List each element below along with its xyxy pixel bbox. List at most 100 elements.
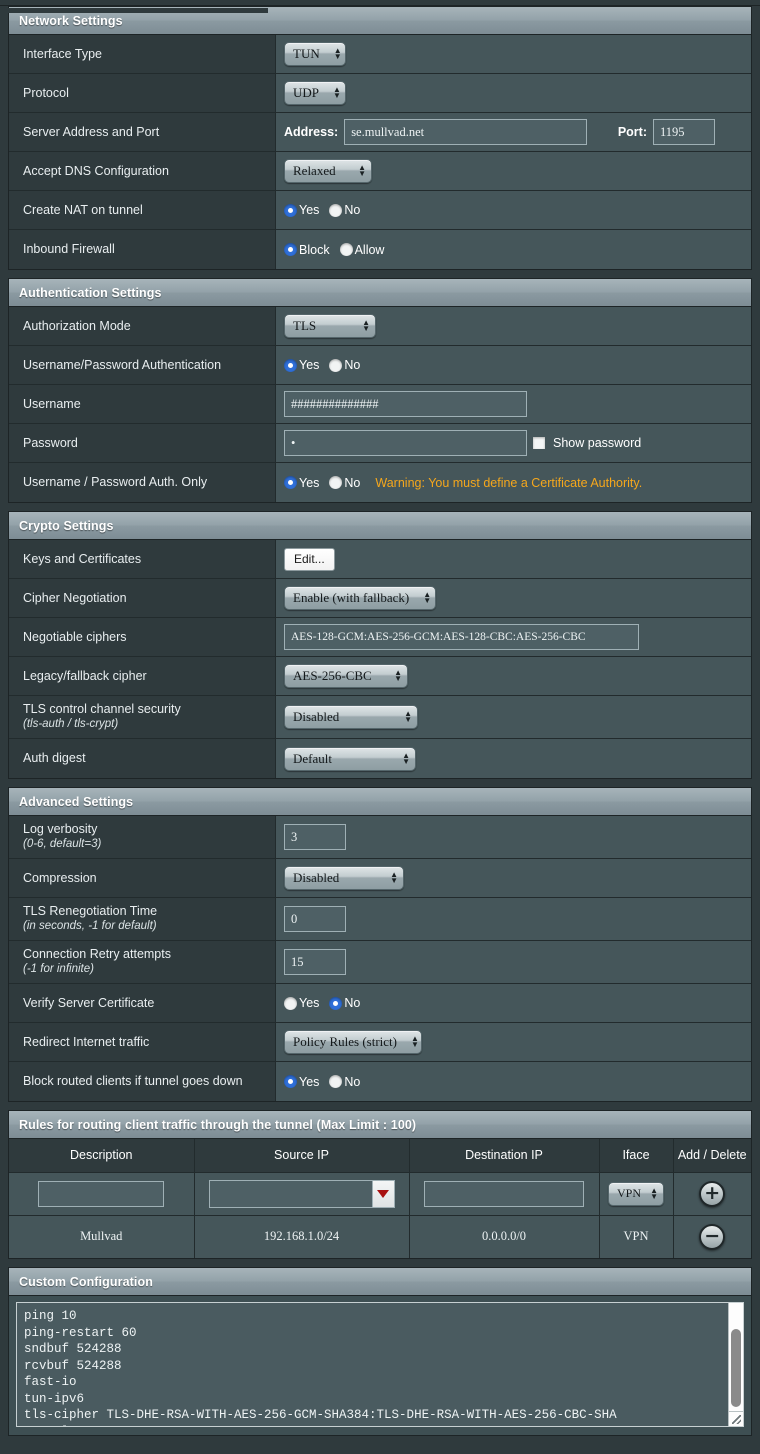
verify-cert-no-label: No	[344, 996, 361, 1010]
label-inbound-firewall-text: Inbound Firewall	[23, 242, 115, 256]
textarea-resize-grip[interactable]	[728, 1411, 743, 1426]
block-routed-radio-no[interactable]	[329, 1075, 343, 1088]
add-rule-button[interactable]: +	[699, 1180, 726, 1207]
row-tls-control-channel-security: TLS control channel security (tls-auth /…	[9, 696, 751, 739]
legacy-fallback-cipher-select-value: AES-256-CBC	[293, 668, 372, 683]
new-rule-source-ip-input[interactable]	[210, 1181, 372, 1207]
verify-cert-radio-group: Yes No	[284, 996, 369, 1010]
log-verbosity-input[interactable]	[284, 824, 346, 850]
cipher-negotiation-select[interactable]: Enable (with fallback) ▲ ▼	[284, 586, 436, 610]
row-keys-and-certificates: Keys and Certificates Edit...	[9, 540, 751, 579]
connection-retry-attempts-input[interactable]	[284, 949, 346, 975]
create-nat-radio-no[interactable]	[329, 203, 343, 217]
accept-dns-select[interactable]: Relaxed ▲ ▼	[284, 159, 372, 183]
auth-digest-select[interactable]: Default ▲ ▼	[284, 746, 416, 771]
compression-select-value: Disabled	[293, 870, 340, 885]
chevron-updown-icon: ▲ ▼	[411, 1034, 419, 1049]
custom-configuration-textarea[interactable]: ping 10 ping-restart 60 sndbuf 524288 rc…	[16, 1302, 744, 1427]
table-row: Mullvad 192.168.1.0/24 0.0.0.0/0 VPN −	[9, 1215, 751, 1258]
routing-rules-header-row: Description Source IP Destination IP Ifa…	[9, 1139, 751, 1173]
userpass-only-radio-yes[interactable]	[284, 476, 297, 489]
show-password-checkbox[interactable]	[533, 437, 545, 449]
custom-configuration-panel: Custom Configuration ping 10 ping-restar…	[8, 1267, 752, 1436]
interface-type-select[interactable]: TUN ▲ ▼	[284, 42, 346, 66]
rule-iface: VPN	[599, 1215, 674, 1258]
verify-cert-radio-yes[interactable]	[284, 996, 297, 1010]
server-address-input[interactable]	[344, 119, 588, 145]
value-cipher-negotiation: Enable (with fallback) ▲ ▼	[276, 579, 751, 617]
inbound-firewall-radio-group: Block Allow	[284, 243, 393, 257]
userpass-auth-radio-yes[interactable]	[284, 358, 297, 372]
block-routed-radio-yes[interactable]	[284, 1075, 297, 1088]
inbound-firewall-radio-allow[interactable]	[339, 243, 353, 256]
edit-keys-button[interactable]: Edit...	[284, 547, 335, 571]
server-port-input[interactable]	[653, 119, 715, 145]
row-accept-dns-configuration: Accept DNS Configuration Relaxed ▲ ▼	[9, 152, 751, 191]
source-ip-dropdown-button[interactable]	[371, 1180, 394, 1207]
row-server-address-port: Server Address and Port Address: Port:	[9, 113, 751, 152]
value-inbound-firewall: Block Allow	[276, 230, 751, 269]
label-negotiable-ciphers-text: Negotiable ciphers	[23, 629, 127, 644]
row-verify-server-certificate: Verify Server Certificate Yes No	[9, 984, 751, 1023]
username-input[interactable]	[284, 391, 527, 417]
new-rule-iface-select-value: VPN	[617, 1186, 642, 1200]
tls-renegotiation-time-input[interactable]	[284, 906, 346, 932]
advanced-settings-header: Advanced Settings	[9, 788, 751, 816]
userpass-only-radio-no[interactable]	[329, 476, 343, 489]
userpass-only-radio-group: Yes No	[284, 476, 365, 490]
password-input[interactable]	[284, 430, 527, 456]
label-keys-and-certificates: Keys and Certificates	[9, 540, 276, 578]
value-log-verbosity	[276, 816, 751, 858]
value-keys-and-certificates: Edit...	[276, 540, 751, 578]
protocol-select-value: UDP	[293, 85, 320, 100]
redirect-internet-traffic-select[interactable]: Policy Rules (strict) ▲ ▼	[284, 1030, 422, 1054]
crypto-settings-panel: Crypto Settings Keys and Certificates Ed…	[8, 511, 752, 779]
label-log-verbosity-sub: (0-6, default=3)	[23, 838, 102, 850]
new-rule-source-ip-combobox[interactable]	[208, 1179, 395, 1208]
label-username: Username	[9, 385, 276, 423]
row-connection-retry-attempts: Connection Retry attempts (-1 for infini…	[9, 941, 751, 984]
verify-cert-radio-no[interactable]	[329, 996, 343, 1010]
value-tls-renegotiation-time	[276, 898, 751, 940]
label-interface-type-text: Interface Type	[23, 46, 102, 61]
label-tls-renegotiation-time-text: TLS Renegotiation Time	[23, 904, 158, 918]
new-rule-destination-ip-input[interactable]	[424, 1180, 584, 1207]
textarea-scrollbar-thumb[interactable]	[731, 1329, 741, 1407]
inbound-firewall-block-label: Block	[299, 242, 330, 257]
rule-destination-ip: 0.0.0.0/0	[409, 1215, 600, 1258]
advanced-settings-panel: Advanced Settings Log verbosity (0-6, de…	[8, 787, 752, 1102]
negotiable-ciphers-input[interactable]	[284, 624, 639, 650]
triangle-down-icon	[377, 1189, 389, 1198]
row-username: Username	[9, 385, 751, 424]
row-inbound-firewall: Inbound Firewall Block Allow	[9, 230, 751, 269]
custom-configuration-header: Custom Configuration	[9, 1268, 751, 1296]
tls-control-channel-select[interactable]: Disabled ▲ ▼	[284, 705, 418, 729]
network-settings-panel: Network Settings Interface Type TUN ▲ ▼ P…	[8, 6, 752, 270]
new-rule-iface-select[interactable]: VPN ▲ ▼	[608, 1181, 664, 1206]
value-interface-type: TUN ▲ ▼	[276, 35, 751, 73]
label-tls-renegotiation-time-sub: (in seconds, -1 for default)	[23, 920, 157, 932]
legacy-fallback-cipher-select[interactable]: AES-256-CBC ▲ ▼	[284, 664, 408, 688]
protocol-select[interactable]: UDP ▲ ▼	[284, 81, 346, 105]
label-protocol-text: Protocol	[23, 85, 69, 100]
value-redirect-internet-traffic: Policy Rules (strict) ▲ ▼	[276, 1023, 751, 1061]
row-log-verbosity: Log verbosity (0-6, default=3)	[9, 816, 751, 859]
label-legacy-fallback-cipher-text: Legacy/fallback cipher	[23, 668, 147, 683]
userpass-auth-yes-label: Yes	[299, 358, 320, 372]
userpass-auth-radio-no[interactable]	[329, 358, 343, 372]
compression-select[interactable]: Disabled ▲ ▼	[284, 866, 404, 890]
chevron-updown-icon: ▲ ▼	[333, 46, 342, 61]
inbound-firewall-radio-block[interactable]	[284, 243, 297, 256]
row-interface-type: Interface Type TUN ▲ ▼	[9, 35, 751, 74]
custom-configuration-text[interactable]: ping 10 ping-restart 60 sndbuf 524288 rc…	[17, 1303, 743, 1426]
row-redirect-internet-traffic: Redirect Internet traffic Policy Rules (…	[9, 1023, 751, 1062]
new-rule-description-input[interactable]	[38, 1180, 165, 1207]
label-keys-and-certificates-text: Keys and Certificates	[23, 551, 142, 566]
textarea-scrollbar[interactable]	[728, 1303, 743, 1426]
label-legacy-fallback-cipher: Legacy/fallback cipher	[9, 657, 276, 695]
delete-rule-button[interactable]: −	[699, 1223, 726, 1250]
routing-rules-panel: Rules for routing client traffic through…	[8, 1110, 752, 1259]
label-cipher-negotiation: Cipher Negotiation	[9, 579, 276, 617]
create-nat-radio-yes[interactable]	[284, 203, 297, 217]
authorization-mode-select[interactable]: TLS ▲ ▼	[284, 314, 376, 338]
